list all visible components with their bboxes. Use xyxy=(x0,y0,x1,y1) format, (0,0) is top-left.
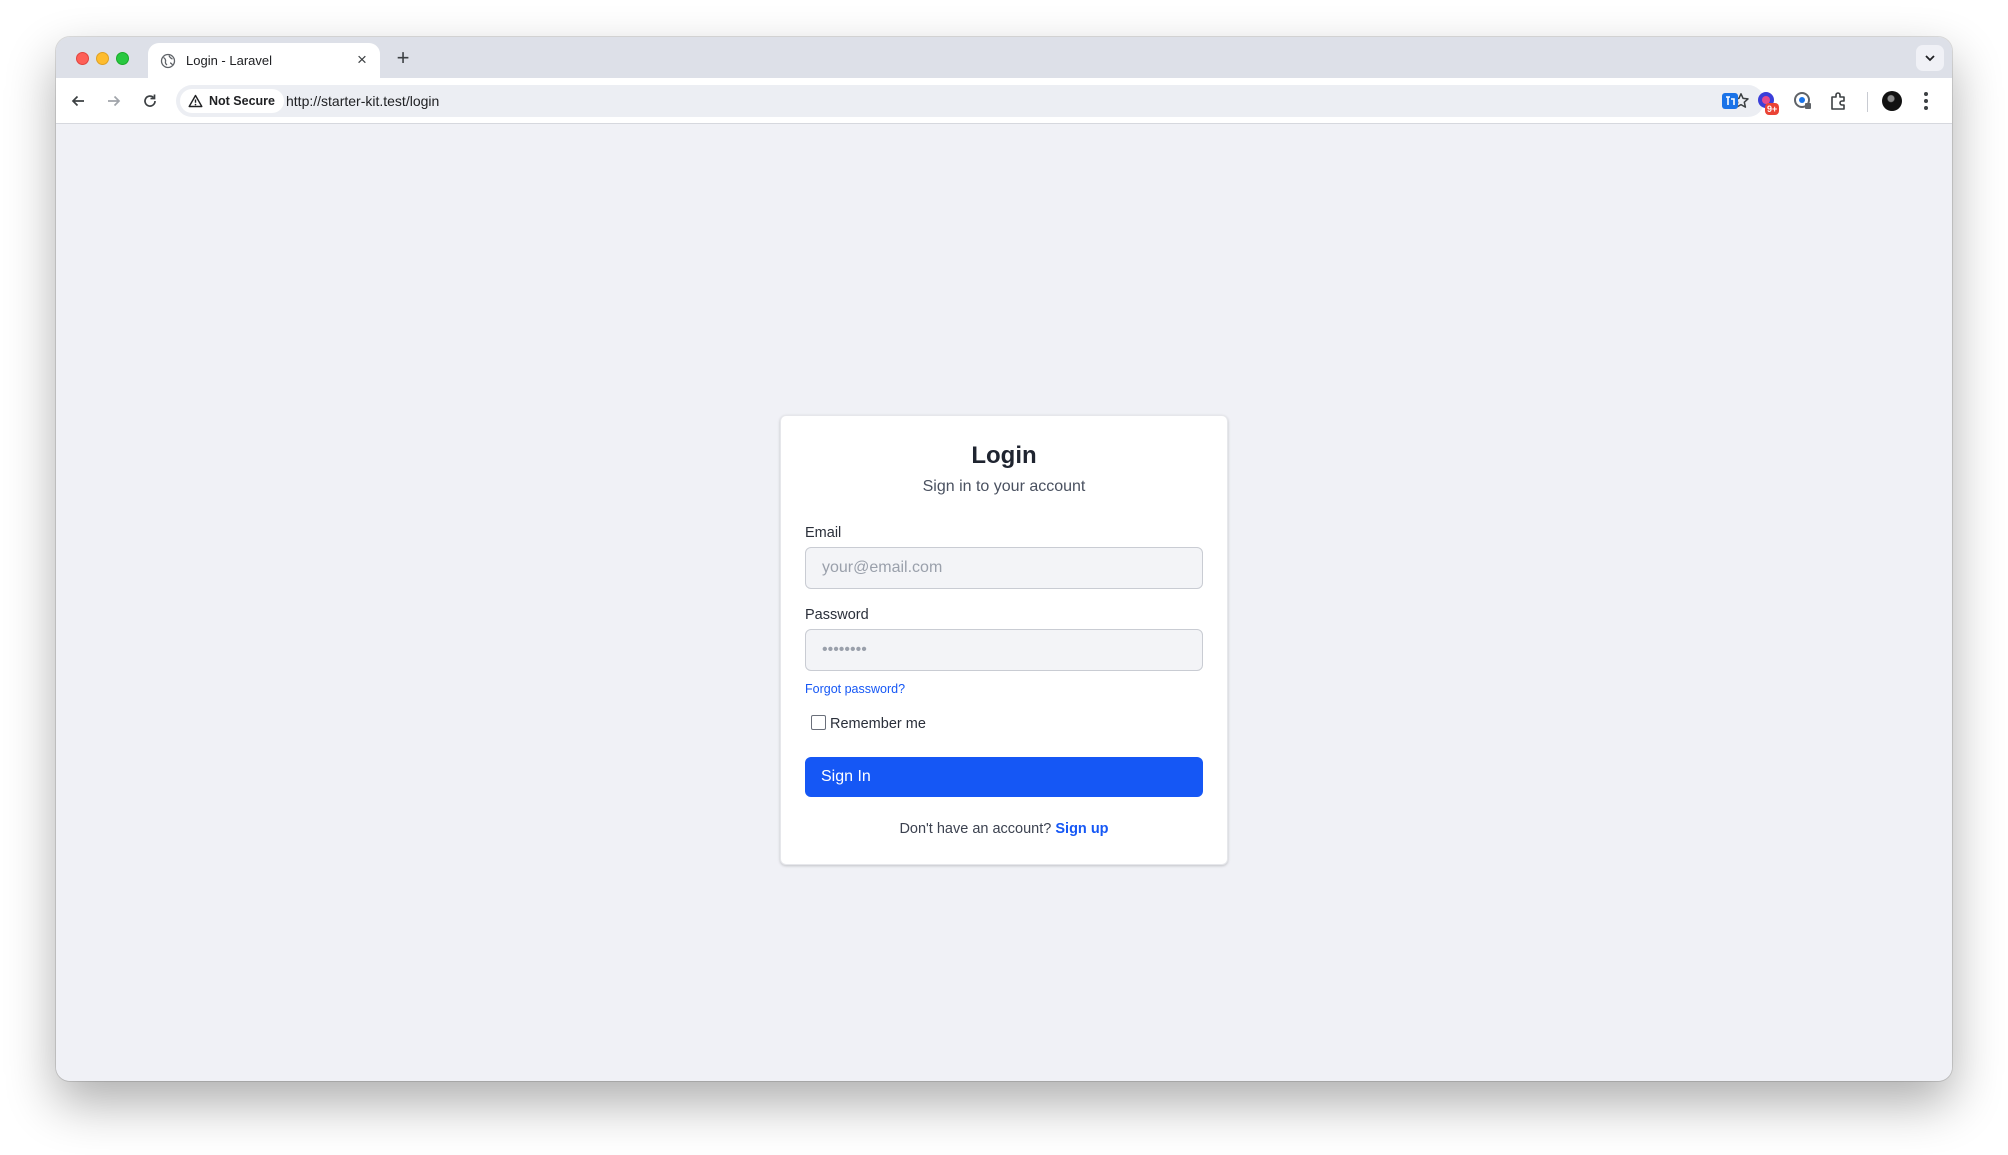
chevron-down-icon xyxy=(1925,55,1935,62)
password-label: Password xyxy=(805,607,869,623)
signup-prompt: Don't have an account? Sign up xyxy=(781,821,1227,837)
close-tab-icon[interactable]: × xyxy=(353,51,371,69)
page-title: Login xyxy=(971,442,1037,469)
page-content: Login Sign in to your account Email Pass… xyxy=(56,124,1952,1081)
security-chip[interactable]: Not Secure xyxy=(180,89,284,113)
puzzle-extension-icon[interactable] xyxy=(1828,90,1850,112)
tab-login[interactable]: Login - Laravel × xyxy=(148,43,380,78)
minimize-window-button[interactable] xyxy=(96,52,109,65)
warning-icon xyxy=(188,94,203,108)
email-label: Email xyxy=(805,525,842,541)
globe-icon xyxy=(160,53,176,69)
login-card: Login Sign in to your account Email Pass… xyxy=(780,415,1228,865)
forgot-password-link[interactable]: Forgot password? xyxy=(805,682,905,696)
tab-search-button[interactable] xyxy=(1916,45,1944,71)
password-field[interactable] xyxy=(805,629,1203,671)
profile-avatar[interactable] xyxy=(1882,91,1902,111)
kebab-menu-icon[interactable] xyxy=(1916,90,1936,112)
remember-me[interactable]: Remember me xyxy=(811,712,926,732)
forward-arrow-icon xyxy=(108,95,121,107)
url-text[interactable]: http://starter-kit.test/login xyxy=(286,93,439,109)
page-subtitle: Sign in to your account xyxy=(922,478,1086,495)
browser-toolbar: Not Secure http://starter-kit.test/login… xyxy=(56,78,1952,124)
new-tab-button[interactable]: + xyxy=(391,46,415,70)
reload-button[interactable] xyxy=(136,87,164,115)
translate-extension-icon[interactable] xyxy=(1719,90,1741,112)
forward-button[interactable] xyxy=(100,87,128,115)
remember-label: Remember me xyxy=(830,716,926,732)
back-arrow-icon xyxy=(71,95,84,107)
sign-in-button[interactable]: Sign In xyxy=(805,757,1203,797)
back-button[interactable] xyxy=(64,87,92,115)
email-field[interactable] xyxy=(805,547,1203,589)
sign-up-link[interactable]: Sign up xyxy=(1055,821,1108,837)
address-bar[interactable]: Not Secure http://starter-kit.test/login xyxy=(176,85,1764,117)
tab-strip: Login - Laravel × + xyxy=(56,37,1952,78)
security-label: Not Secure xyxy=(209,94,275,108)
reload-icon xyxy=(144,94,156,107)
browser-window: Login - Laravel × + Not Secure http://st… xyxy=(56,37,1952,1081)
remember-checkbox[interactable] xyxy=(811,714,826,730)
signup-prompt-text: Don't have an account? xyxy=(899,821,1052,837)
lens-extension-icon[interactable] xyxy=(1792,90,1814,112)
close-window-button[interactable] xyxy=(76,52,89,65)
tab-title: Login - Laravel xyxy=(186,53,272,68)
toolbar-divider xyxy=(1867,92,1868,112)
maximize-window-button[interactable] xyxy=(116,52,129,65)
extension-badge: 9+ xyxy=(1765,103,1780,115)
